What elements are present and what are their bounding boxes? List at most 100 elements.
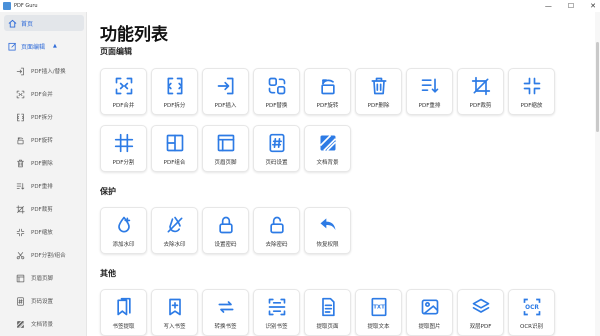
home-icon [7,18,17,28]
bookmarks-icon [114,297,134,317]
tool-tile-label: PDF删除 [367,103,390,109]
reorder-icon [16,182,25,191]
tool-tile-lock[interactable]: 设置密码 [202,207,249,254]
tool-tile-label: PDF拆分 [163,103,186,109]
sidebar-item-label: PDF合并 [31,92,53,98]
tool-tile-label: 提取页面 [316,324,339,330]
tool-tile-replace[interactable]: PDF替换 [253,68,300,115]
sidebar-item-label: PDF分割/组合 [31,253,66,259]
tool-tile-label: 设置密码 [214,242,237,248]
maximize-button[interactable]: ☐ [568,0,574,12]
svg-text:OCR: OCR [525,305,539,311]
scale-icon [522,76,542,96]
tool-tile-ocr[interactable]: OCR OCR识别 [508,289,555,336]
tool-tile-label: PDF替换 [265,103,288,109]
tool-tile-label: 双层PDF [469,324,492,330]
remove-watermark-icon [165,215,185,235]
tool-tile-remove-watermark[interactable]: 去除水印 [151,207,198,254]
split-icon [165,76,185,96]
close-button[interactable]: ✕ [590,0,596,12]
sidebar-item-merge[interactable]: PDF合并 [16,87,84,101]
tool-tile-combine[interactable]: PDF组合 [151,125,198,172]
insert-icon [16,67,25,76]
tool-tile-merge[interactable]: PDF合并 [100,68,147,115]
convert-icon [216,297,236,317]
tool-tile-layers[interactable]: 双层PDF [457,289,504,336]
tool-tile-label: PDF合并 [112,103,135,109]
tool-tile-undo[interactable]: 恢复权限 [304,207,351,254]
sidebar-item-label: PDF插入/替换 [31,69,66,75]
section-title: 保护 [100,187,116,196]
tool-tile-label: PDF裁剪 [469,103,492,109]
sidebar-item-scale[interactable]: PDF缩放 [16,225,84,239]
tool-tile-insert[interactable]: PDF插入 [202,68,249,115]
tool-tile-background[interactable]: 文档背景 [304,125,351,172]
section-title: 其他 [100,269,116,278]
title-bar: PDF Guru — ☐ ✕ [0,0,600,12]
tool-tile-unlock[interactable]: 去除密码 [253,207,300,254]
tool-tile-split[interactable]: PDF拆分 [151,68,198,115]
tool-tile-label: 去除密码 [265,242,288,248]
lock-icon [216,215,236,235]
layers-icon [471,297,491,317]
rotate-icon [16,136,25,145]
tool-tile-convert[interactable]: 转换书签 [202,289,249,336]
reorder-icon [420,76,440,96]
cut-icon [16,251,25,260]
sidebar-section-page-edit[interactable]: 页面编辑 ▲ [4,38,84,54]
tool-tile-reorder[interactable]: PDF重排 [406,68,453,115]
crop-icon [471,76,491,96]
delete-icon [16,159,25,168]
tool-tile-grid-split[interactable]: PDF分割 [100,125,147,172]
tool-tile-bookmarks[interactable]: 书签提取 [100,289,147,336]
background-icon [318,133,338,153]
tool-tile-label: OCR识别 [520,324,543,330]
sidebar-item-header-footer[interactable]: 页眉页脚 [16,271,84,285]
sidebar-item-home[interactable]: 首页 [4,15,84,31]
tool-tile-image[interactable]: 提取图片 [406,289,453,336]
tool-tile-label: PDF组合 [163,160,186,166]
merge-icon [16,90,25,99]
tool-tile-crop[interactable]: PDF裁剪 [457,68,504,115]
sidebar-item-insert[interactable]: PDF插入/替换 [16,64,84,78]
combine-icon [165,133,185,153]
sidebar-item-reorder[interactable]: PDF重排 [16,179,84,193]
insert-icon [216,76,236,96]
scrollbar[interactable] [595,12,600,336]
header-footer-icon [216,133,236,153]
page-number-icon [267,133,287,153]
tool-tile-watermark[interactable]: 添加水印 [100,207,147,254]
tool-tile-rotate[interactable]: PDF旋转 [304,68,351,115]
tool-tile-label: 写入书签 [163,324,186,330]
tool-tile-page[interactable]: 提取页面 [304,289,351,336]
sidebar-item-rotate[interactable]: PDF旋转 [16,133,84,147]
tool-tile-header-footer[interactable]: 页眉页脚 [202,125,249,172]
tool-tile-txt[interactable]: TXT 提取文本 [355,289,402,336]
tool-tile-delete[interactable]: PDF删除 [355,68,402,115]
sidebar-item-cut[interactable]: PDF分割/组合 [16,248,84,262]
sidebar-item-delete[interactable]: PDF删除 [16,156,84,170]
tool-tile-label: 去除水印 [163,242,186,248]
sidebar-item-page-number[interactable]: 页码设置 [16,294,84,308]
sidebar: 首页 页面编辑 ▲ PDF插入/替换 PDF合并 PDF拆分 PDF旋转 PDF删除 PD… [0,12,87,336]
sidebar-item-background[interactable]: 文档背景 [16,317,84,331]
tool-tile-bookmark-add[interactable]: 写入书签 [151,289,198,336]
sidebar-item-crop[interactable]: PDF裁剪 [16,202,84,216]
edit-icon [7,41,17,51]
tool-tile-label: 识别书签 [265,324,288,330]
tool-tile-label: PDF重排 [418,103,441,109]
tool-tile-label: PDF旋转 [316,103,339,109]
sidebar-item-split[interactable]: PDF拆分 [16,110,84,124]
minimize-button[interactable]: — [545,0,552,12]
sidebar-item-label: PDF缩放 [31,230,53,236]
scan-icon [267,297,287,317]
tool-tile-scan[interactable]: 识别书签 [253,289,300,336]
tool-tile-label: PDF分割 [112,160,135,166]
tool-tile-page-number[interactable]: 页码设置 [253,125,300,172]
tool-tile-scale[interactable]: PDF缩放 [508,68,555,115]
scrollbar-thumb[interactable] [596,42,599,132]
tool-tile-label: 页眉页脚 [214,160,237,166]
split-icon [16,113,25,122]
window-controls: — ☐ ✕ [545,0,596,12]
replace-icon [267,76,287,96]
